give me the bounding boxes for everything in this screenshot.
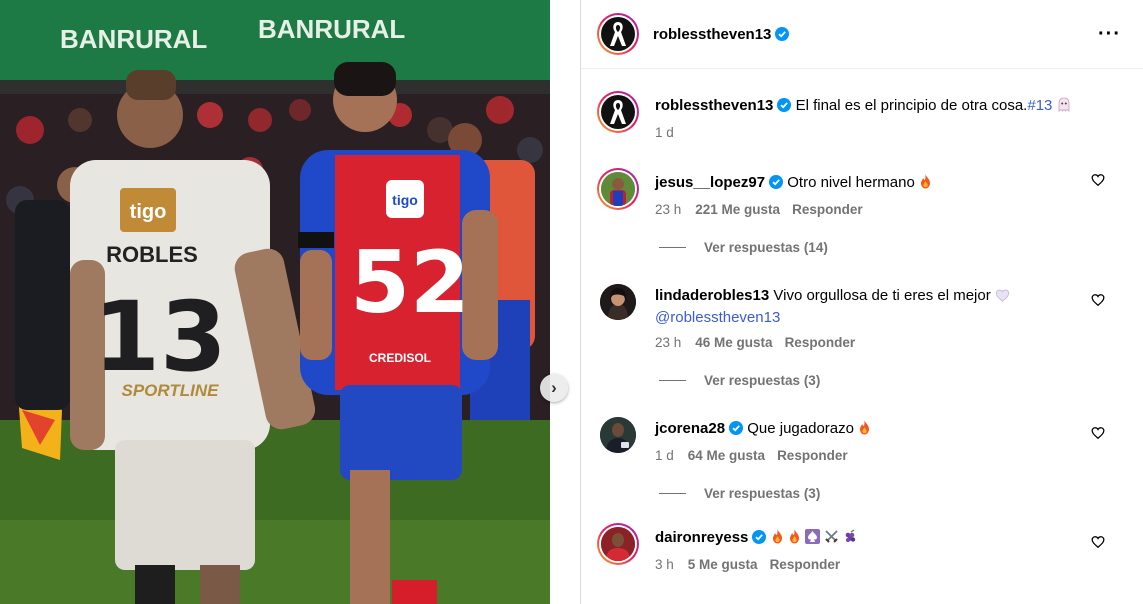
player2-sponsor2: CREDISOL	[369, 351, 431, 365]
instagram-post-view: tigo ROBLES 13 SPORTLINE tigo 52 CREDISO…	[0, 0, 1143, 604]
commenter-username[interactable]: jesus__lopez97	[655, 174, 765, 191]
commenter-avatar[interactable]	[597, 414, 639, 456]
reply-button[interactable]: Responder	[770, 557, 841, 572]
ghost-emoji-icon	[1057, 97, 1071, 118]
comment-likes[interactable]: 46 Me gusta	[695, 335, 772, 350]
comment-time: 23 h	[655, 202, 682, 217]
next-image-button[interactable]: ›	[540, 374, 568, 402]
verified-badge-icon	[752, 530, 767, 544]
caption-time: 1 d	[655, 125, 674, 140]
reply-button[interactable]: Responder	[785, 335, 856, 350]
caption-username[interactable]: roblesstheven13	[655, 97, 773, 114]
post-caption: roblesstheven13 El final es el principio…	[597, 69, 1127, 140]
verified-badge-icon	[775, 27, 790, 41]
fire-emoji-icon	[771, 529, 784, 550]
player1-sponsor2: SPORTLINE	[122, 381, 220, 400]
author-avatar[interactable]	[597, 13, 639, 55]
author-username[interactable]: roblesstheven13	[653, 26, 771, 43]
heart-icon[interactable]	[1091, 426, 1105, 440]
comments-area: roblesstheven13 El final es el principio…	[581, 69, 1143, 572]
verified-badge-icon	[729, 421, 744, 435]
caption-text: El final es el principio de otra cosa.	[795, 97, 1028, 114]
spade-emoji-icon	[804, 529, 820, 550]
heart-icon[interactable]	[1091, 293, 1105, 307]
caption-hashtag[interactable]: #13	[1027, 97, 1052, 114]
player1-sponsor: tigo	[130, 201, 167, 223]
grapes-emoji-icon	[843, 529, 858, 550]
post-sidebar: roblesstheven13 ··· roblesstheven13 El f…	[580, 0, 1143, 604]
fire-emoji-icon	[788, 529, 801, 550]
banner-right: BANRURAL	[258, 14, 405, 44]
commenter-avatar[interactable]	[597, 281, 639, 323]
white-heart-emoji-icon	[995, 288, 1010, 308]
comment-time: 3 h	[655, 557, 674, 572]
view-replies-button[interactable]: Ver respuestas (3)	[597, 486, 1127, 501]
comment-likes[interactable]: 5 Me gusta	[688, 557, 758, 572]
player2-sponsor: tigo	[392, 192, 418, 208]
commenter-username[interactable]: daironreyess	[655, 529, 748, 546]
banner-left: BANRURAL	[60, 24, 207, 54]
comment-item: jesus__lopez97 Otro nivel hermano 23 h 22…	[597, 168, 1127, 217]
mourning-ribbon-icon	[610, 100, 626, 124]
comment-text: Vivo orgullosa de ti eres el mejor	[773, 287, 991, 304]
post-header: roblesstheven13 ···	[581, 0, 1143, 69]
comment-item: daironreyess 3 h 5 Me gusta Responder	[597, 523, 1127, 572]
commenter-avatar[interactable]	[597, 523, 639, 565]
post-photo[interactable]: tigo ROBLES 13 SPORTLINE tigo 52 CREDISO…	[0, 0, 550, 604]
reply-button[interactable]: Responder	[792, 202, 863, 217]
commenter-username[interactable]: jcorena28	[655, 420, 725, 437]
comment-text: Que jugadorazo	[747, 420, 854, 437]
comment-item: jcorena28 Que jugadorazo 1 d 64 Me gusta R…	[597, 414, 1127, 463]
verified-badge-icon	[769, 175, 784, 189]
fire-emoji-icon	[858, 420, 871, 441]
more-options-icon[interactable]: ···	[1098, 23, 1121, 46]
player1-name: ROBLES	[106, 242, 198, 267]
comment-mention[interactable]: @roblesstheven13	[655, 309, 780, 326]
heart-icon[interactable]	[1091, 535, 1105, 549]
comment-text: Otro nivel hermano	[787, 174, 915, 191]
comment-item: lindaderobles13 Vivo orgullosa de ti ere…	[597, 281, 1127, 350]
post-image: tigo ROBLES 13 SPORTLINE tigo 52 CREDISO…	[0, 0, 550, 604]
comment-likes[interactable]: 221 Me gusta	[695, 202, 780, 217]
player2-number: 52	[350, 233, 470, 333]
heart-icon[interactable]	[1091, 173, 1105, 187]
fire-emoji-icon	[919, 174, 932, 195]
comment-time: 1 d	[655, 448, 674, 463]
view-replies-button[interactable]: Ver respuestas (14)	[597, 240, 1127, 255]
caption-author-avatar[interactable]	[597, 91, 639, 133]
reply-button[interactable]: Responder	[777, 448, 848, 463]
player1-number: 13	[93, 281, 227, 393]
crossed-swords-emoji-icon	[824, 529, 839, 550]
commenter-username[interactable]: lindaderobles13	[655, 287, 769, 304]
photo-gap	[550, 0, 580, 604]
view-replies-button[interactable]: Ver respuestas (3)	[597, 373, 1127, 388]
comment-likes[interactable]: 64 Me gusta	[688, 448, 765, 463]
chevron-right-icon: ›	[551, 378, 557, 397]
comment-time: 23 h	[655, 335, 682, 350]
commenter-avatar[interactable]	[597, 168, 639, 210]
mourning-ribbon-icon	[610, 22, 626, 46]
verified-badge-icon	[777, 98, 792, 112]
